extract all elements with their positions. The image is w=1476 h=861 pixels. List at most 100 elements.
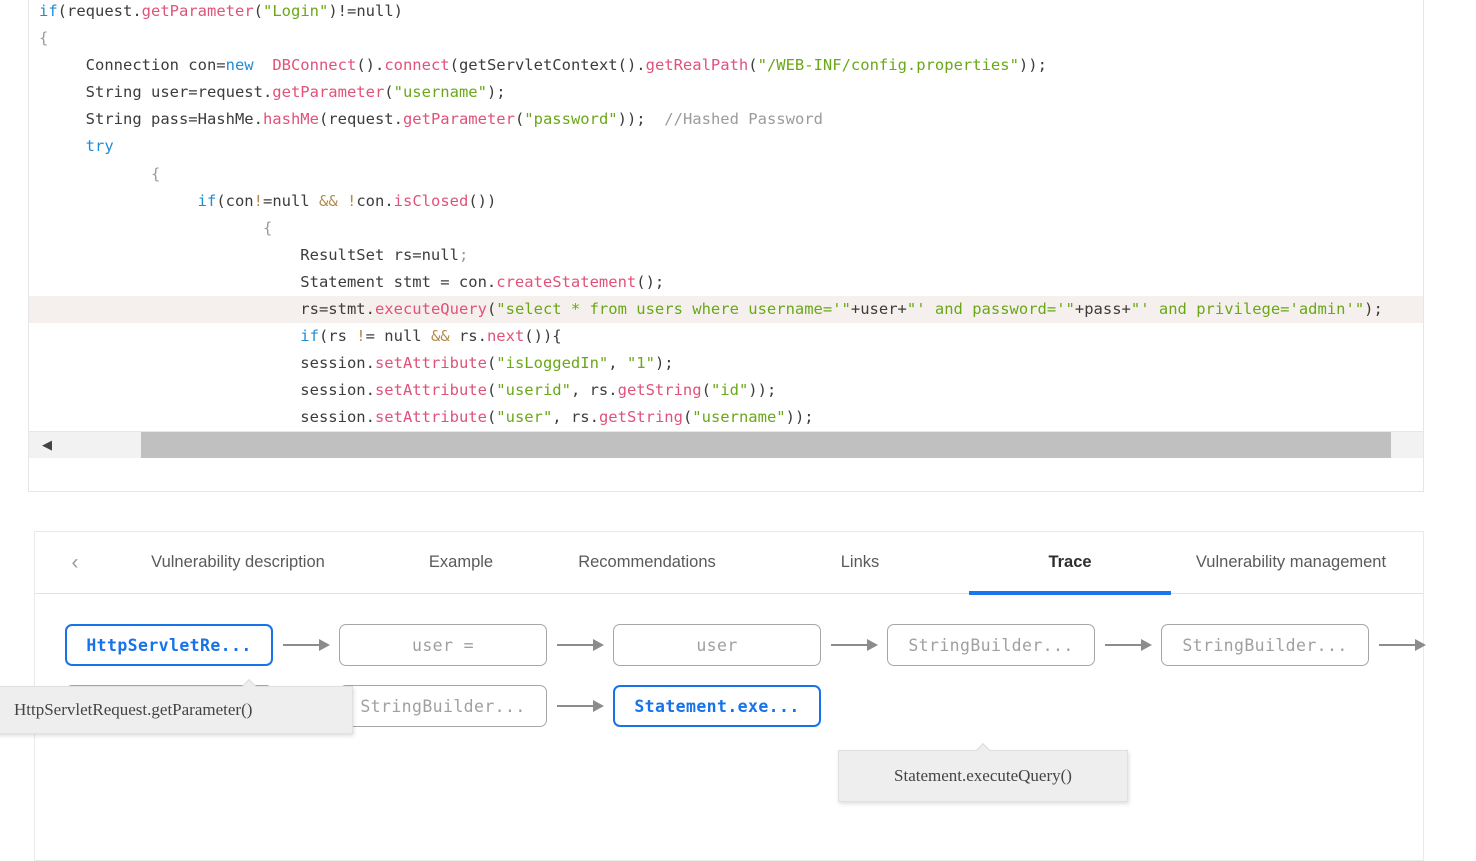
- tabs-back-chevron-icon[interactable]: ‹: [61, 549, 89, 577]
- code-token: =null: [262, 191, 319, 210]
- code-token: "' and privilege='admin'": [1130, 300, 1365, 319]
- trace-node[interactable]: HttpServletRe...: [65, 624, 273, 666]
- code-token: "id": [710, 381, 749, 400]
- tooltip-text: Statement.executeQuery(): [894, 766, 1072, 785]
- code-token: session.: [39, 381, 375, 400]
- code-line: session.setAttribute("user", rs.getStrin…: [29, 404, 1423, 431]
- code-token: ();: [636, 272, 665, 291]
- trace-arrow-icon: [547, 696, 613, 716]
- code-token: session.: [39, 354, 375, 373]
- code-line: session.setAttribute("userid", rs.getStr…: [29, 377, 1423, 404]
- code-token: +pass+: [1074, 300, 1131, 319]
- tooltip-text: HttpServletRequest.getParameter(): [14, 700, 253, 719]
- trace-node[interactable]: StringBuilder...: [339, 685, 547, 727]
- tab-links[interactable]: Links: [751, 532, 969, 594]
- tab-vulnerability-description[interactable]: Vulnerability description: [97, 532, 379, 594]
- code-token: //Hashed Password: [664, 110, 823, 129]
- code-token: (: [701, 381, 711, 400]
- code-token: (: [486, 354, 497, 373]
- trace-node[interactable]: Statement.exe...: [613, 685, 821, 727]
- trace-arrow-icon: [1369, 635, 1435, 655]
- code-token: getString: [598, 408, 683, 427]
- tooltip-pointer-icon: [974, 742, 992, 751]
- code-token: connect: [384, 56, 450, 75]
- scroll-left-arrow-icon[interactable]: ◀: [39, 437, 55, 453]
- code-line: {: [29, 215, 1423, 242]
- code-token: getParameter: [272, 83, 385, 102]
- code-horizontal-scrollbar[interactable]: ◀: [29, 431, 1423, 458]
- code-token: DBConnect: [272, 56, 357, 75]
- tab-label: Recommendations: [578, 553, 716, 571]
- code-token: = null: [365, 327, 431, 346]
- tab-label: Example: [428, 553, 494, 571]
- code-panel-footer: [29, 458, 1423, 491]
- code-line: session.setAttribute("isLoggedIn", "1");: [29, 350, 1423, 377]
- tab-trace[interactable]: Trace: [969, 532, 1171, 595]
- code-token: +user+: [850, 300, 907, 319]
- code-line: ResultSet rs=null;: [29, 242, 1423, 269]
- code-token: ,: [608, 354, 627, 373]
- code-line: if(rs != null && rs.next()){: [29, 323, 1423, 350]
- code-token: if: [300, 327, 319, 346]
- code-token: ()){: [524, 327, 562, 346]
- tab-example[interactable]: Example: [379, 532, 543, 594]
- code-token: con.: [356, 191, 394, 210]
- tab-vulnerability-management[interactable]: Vulnerability management: [1171, 532, 1411, 594]
- code-token: getRealPath: [645, 56, 749, 75]
- code-token: rs=stmt.: [39, 300, 375, 319]
- code-token: , rs.: [570, 381, 618, 400]
- code-token: try: [85, 137, 114, 156]
- code-token: "isLoggedIn": [496, 354, 609, 373]
- trace-node[interactable]: user: [613, 624, 821, 666]
- trace-node-label: Statement.exe...: [634, 696, 800, 716]
- code-token: (: [384, 83, 394, 102]
- code-token: "username": [692, 408, 786, 427]
- code-line: if(request.getParameter("Login")!=null): [29, 0, 1423, 25]
- trace-node-label: StringBuilder...: [908, 635, 1074, 655]
- code-token: ()): [468, 191, 497, 210]
- code-scroll-region[interactable]: if(request.getParameter("Login")!=null) {…: [29, 0, 1423, 457]
- trace-node-label: StringBuilder...: [1182, 635, 1348, 655]
- trace-node[interactable]: user =: [339, 624, 547, 666]
- code-token: );: [486, 83, 506, 102]
- code-token: ));: [785, 408, 814, 427]
- code-line: if(con!=null && !con.isClosed()): [29, 188, 1423, 215]
- code-token: (: [486, 381, 497, 400]
- code-token: ));: [1018, 56, 1047, 75]
- code-token: ().: [356, 56, 385, 75]
- code-token: ResultSet rs=null: [39, 245, 459, 264]
- trace-row-1: HttpServletRe... user = user StringBuilder.…: [65, 624, 1435, 666]
- tab-label: Links: [840, 553, 880, 571]
- trace-node-label: user: [696, 635, 738, 655]
- tab-label: Vulnerability management: [1195, 553, 1387, 571]
- code-token: (con: [216, 191, 254, 210]
- trace-node[interactable]: StringBuilder...: [887, 624, 1095, 666]
- code-line: try: [29, 133, 1423, 160]
- code-line: {: [29, 25, 1423, 52]
- scrollbar-thumb[interactable]: [141, 432, 1391, 458]
- code-token: next: [486, 327, 525, 346]
- code-token: "userid": [496, 381, 571, 400]
- code-token: (: [748, 56, 758, 75]
- code-line: Statement stmt = con.createStatement();: [29, 269, 1423, 296]
- code-token: "user": [496, 408, 553, 427]
- trace-node[interactable]: StringBuilder...: [1161, 624, 1369, 666]
- tooltip-statement-execute-query: Statement.executeQuery(): [838, 750, 1128, 802]
- code-token: getParameter: [402, 110, 515, 129]
- detail-tabbar: ‹ Vulnerability description Example Recomm…: [35, 532, 1423, 595]
- code-token: "' and password='": [906, 300, 1075, 319]
- code-token: String pass=HashMe.: [39, 110, 263, 129]
- code-token: getParameter: [141, 2, 254, 20]
- code-token: "username": [393, 83, 487, 102]
- code-token: (: [253, 2, 263, 20]
- code-token: {: [39, 29, 49, 48]
- tab-recommendations[interactable]: Recommendations: [543, 532, 751, 594]
- trace-node-label: StringBuilder...: [360, 696, 526, 716]
- trace-arrow-icon: [1095, 635, 1161, 655]
- code-token: (: [682, 408, 693, 427]
- trace-node-label: user =: [411, 635, 474, 655]
